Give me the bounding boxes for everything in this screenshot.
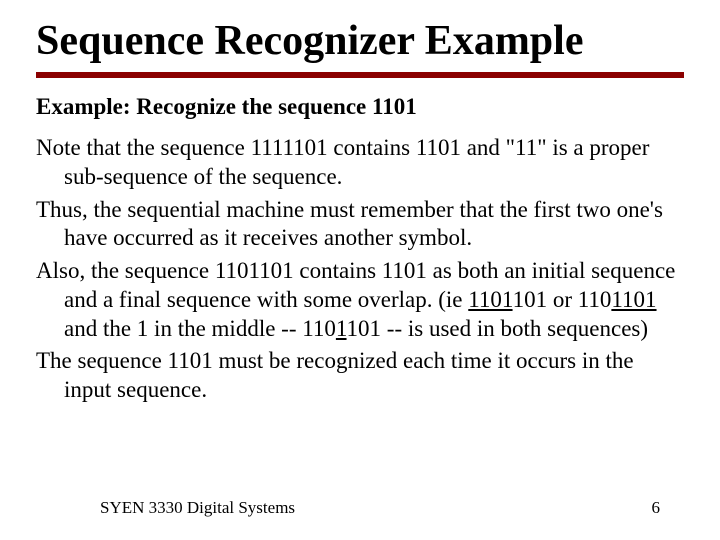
example-heading: Example: Recognize the sequence 1101 bbox=[36, 94, 684, 120]
p3-underline-2: 1101 bbox=[611, 287, 656, 312]
p3-underline-3: 1 bbox=[336, 316, 347, 341]
body-paragraph-1: Note that the sequence 1111101 contains … bbox=[36, 134, 684, 192]
p3-text-2: 101 or 110 bbox=[513, 287, 612, 312]
p3-text-3: and the 1 in the middle -- 110 bbox=[64, 316, 336, 341]
p3-underline-1: 1101 bbox=[468, 287, 512, 312]
slide-body: Note that the sequence 1111101 contains … bbox=[36, 134, 684, 405]
footer-course: SYEN 3330 Digital Systems bbox=[100, 498, 295, 518]
body-paragraph-3: Also, the sequence 1101101 contains 1101… bbox=[36, 257, 684, 343]
slide-title: Sequence Recognizer Example bbox=[36, 18, 684, 64]
footer-page-number: 6 bbox=[652, 498, 661, 518]
slide: Sequence Recognizer Example Example: Rec… bbox=[0, 0, 720, 540]
body-paragraph-2: Thus, the sequential machine must rememb… bbox=[36, 196, 684, 254]
title-underline bbox=[36, 72, 684, 78]
body-paragraph-4: The sequence 1101 must be recognized eac… bbox=[36, 347, 684, 405]
slide-footer: SYEN 3330 Digital Systems 6 bbox=[0, 498, 720, 518]
p3-text-4: 101 -- is used in both sequences) bbox=[347, 316, 649, 341]
